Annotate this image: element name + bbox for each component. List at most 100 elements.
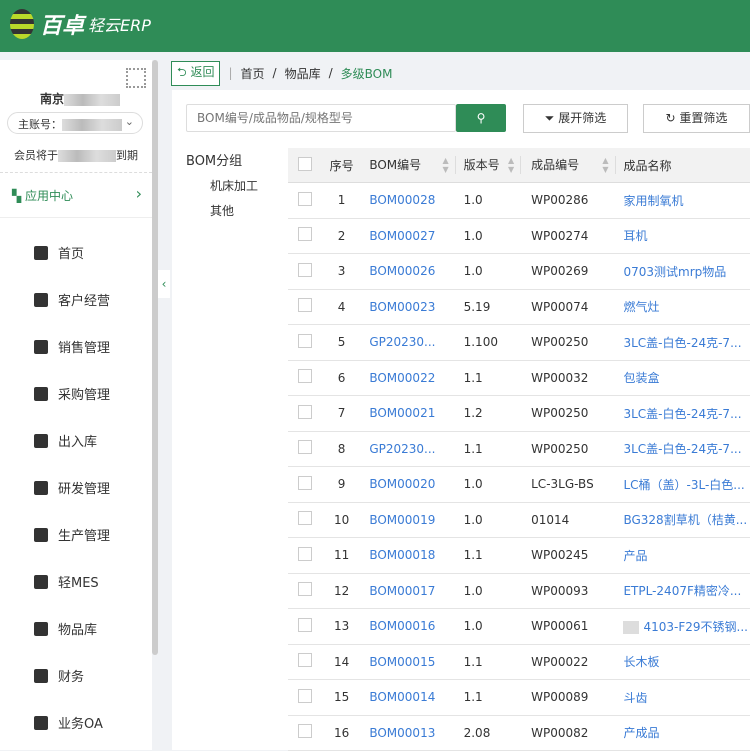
sidebar-item[interactable]: 物品库 bbox=[34, 619, 97, 638]
sidebar-item[interactable]: 轻MES bbox=[34, 572, 99, 591]
product-name-link[interactable]: 产成品 bbox=[615, 724, 750, 741]
sidebar-item[interactable]: 出入库 bbox=[34, 431, 97, 450]
bom-link[interactable]: BOM00014 bbox=[359, 690, 455, 704]
table-row[interactable]: 11 BOM00018 1.1 WP00245 产品 bbox=[288, 538, 750, 574]
cell-index: 4 bbox=[324, 300, 359, 314]
search-input[interactable] bbox=[186, 104, 456, 132]
bom-link[interactable]: BOM00022 bbox=[359, 371, 455, 385]
col-version[interactable]: 版本号▲▼ bbox=[456, 156, 522, 174]
row-checkbox[interactable] bbox=[298, 369, 312, 383]
product-name-link[interactable]: 家用制氧机 bbox=[615, 192, 750, 209]
product-name-link[interactable]: ETPL-2407F精密冷... bbox=[615, 582, 750, 599]
table-row[interactable]: 12 BOM00017 1.0 WP00093 ETPL-2407F精密冷... bbox=[288, 574, 750, 610]
app-center-button[interactable]: ▚ 应用中心› bbox=[0, 172, 152, 218]
table-row[interactable]: 2 BOM00027 1.0 WP00274 耳机 bbox=[288, 219, 750, 255]
tree-item[interactable]: 其他 bbox=[210, 202, 258, 219]
bom-link[interactable]: BOM00026 bbox=[359, 264, 455, 278]
row-checkbox[interactable] bbox=[298, 298, 312, 312]
col-product-no[interactable]: 成品编号▲▼ bbox=[521, 156, 615, 174]
table-row[interactable]: 14 BOM00015 1.1 WP00022 长木板 bbox=[288, 645, 750, 681]
table-row[interactable]: 10 BOM00019 1.0 01014 BG328割草机（桔黄... bbox=[288, 503, 750, 539]
tree-item[interactable]: 机床加工 bbox=[210, 177, 258, 194]
product-name-link[interactable]: 燃气灶 bbox=[615, 298, 750, 315]
row-checkbox[interactable] bbox=[298, 227, 312, 241]
bom-link[interactable]: BOM00020 bbox=[359, 477, 455, 491]
sidebar-item[interactable]: 财务 bbox=[34, 666, 84, 685]
table-row[interactable]: 15 BOM00014 1.1 WP00089 斗齿 bbox=[288, 680, 750, 716]
row-checkbox[interactable] bbox=[298, 582, 312, 596]
row-checkbox[interactable] bbox=[298, 618, 312, 632]
sidebar-item[interactable]: 采购管理 bbox=[34, 384, 110, 403]
sidebar-item[interactable]: 研发管理 bbox=[34, 478, 110, 497]
sidebar-scrollbar[interactable] bbox=[152, 60, 158, 655]
crumb-items[interactable]: 物品库 bbox=[285, 65, 321, 82]
logo[interactable]: 百卓 轻云ERP bbox=[10, 8, 151, 40]
row-checkbox[interactable] bbox=[298, 653, 312, 667]
back-button[interactable]: ⮌ 返回 bbox=[171, 61, 220, 86]
product-name-link[interactable]: 3LC盖-白色-24克-7... bbox=[615, 440, 750, 457]
product-name-link[interactable]: 长木板 bbox=[615, 653, 750, 670]
table-row[interactable]: 5 GP20230... 1.100 WP00250 3LC盖-白色-24克-7… bbox=[288, 325, 750, 361]
reset-filter-button[interactable]: ↻ 重置筛选 bbox=[643, 104, 750, 133]
product-name-link[interactable]: 0703测试mrp物品 bbox=[615, 263, 750, 280]
product-name-link[interactable]: 3LC盖-白色-24克-7... bbox=[615, 405, 750, 422]
bom-link[interactable]: BOM00023 bbox=[359, 300, 455, 314]
row-checkbox[interactable] bbox=[298, 724, 312, 738]
product-name-link[interactable]: LC桶（盖）-3L-白色... bbox=[615, 476, 750, 493]
table-row[interactable]: 4 BOM00023 5.19 WP00074 燃气灶 bbox=[288, 290, 750, 326]
product-name-link[interactable]: 产品 bbox=[615, 547, 750, 564]
table-row[interactable]: 7 BOM00021 1.2 WP00250 3LC盖-白色-24克-7... bbox=[288, 396, 750, 432]
table-row[interactable]: 1 BOM00028 1.0 WP00286 家用制氧机 bbox=[288, 183, 750, 219]
bom-link[interactable]: BOM00021 bbox=[359, 406, 455, 420]
row-checkbox[interactable] bbox=[298, 547, 312, 561]
col-bom-no[interactable]: BOM编号▲▼ bbox=[359, 156, 455, 174]
sidebar-item[interactable]: 业务OA bbox=[34, 713, 103, 732]
bom-link[interactable]: BOM00028 bbox=[359, 193, 455, 207]
table-row[interactable]: 16 BOM00013 2.08 WP00082 产成品 bbox=[288, 716, 750, 751]
table-row[interactable]: 9 BOM00020 1.0 LC-3LG-BS LC桶（盖）-3L-白色... bbox=[288, 467, 750, 503]
sidebar-item[interactable]: 客户经营 bbox=[34, 290, 110, 309]
product-name-link[interactable]: BG328割草机（桔黄... bbox=[615, 511, 750, 528]
row-checkbox[interactable] bbox=[298, 511, 312, 525]
bom-link[interactable]: GP20230... bbox=[359, 335, 455, 349]
table-row[interactable]: 8 GP20230... 1.1 WP00250 3LC盖-白色-24克-7..… bbox=[288, 432, 750, 468]
product-name-link[interactable]: 耳机 bbox=[615, 227, 750, 244]
product-name-link[interactable]: 3LC盖-白色-24克-7... bbox=[615, 334, 750, 351]
table-row[interactable]: 13 BOM00016 1.0 WP00061 4103-F29不锈钢... bbox=[288, 609, 750, 645]
sort-icon[interactable]: ▲▼ bbox=[442, 156, 448, 174]
bom-link[interactable]: BOM00013 bbox=[359, 726, 455, 740]
row-checkbox[interactable] bbox=[298, 405, 312, 419]
search-button[interactable]: ⚲ bbox=[456, 104, 506, 132]
product-name-link[interactable]: 斗齿 bbox=[615, 689, 750, 706]
bom-link[interactable]: BOM00015 bbox=[359, 655, 455, 669]
sort-icon[interactable]: ▲▼ bbox=[602, 156, 608, 174]
bom-link[interactable]: BOM00019 bbox=[359, 513, 455, 527]
cell-index: 15 bbox=[324, 690, 359, 704]
row-checkbox[interactable] bbox=[298, 334, 312, 348]
bom-link[interactable]: BOM00027 bbox=[359, 229, 455, 243]
table-row[interactable]: 6 BOM00022 1.1 WP00032 包装盒 bbox=[288, 361, 750, 397]
qr-code-icon[interactable] bbox=[126, 68, 146, 88]
sidebar-item[interactable]: 销售管理 bbox=[34, 337, 110, 356]
bom-link[interactable]: BOM00017 bbox=[359, 584, 455, 598]
sidebar-item[interactable]: 首页 bbox=[34, 243, 84, 262]
collapse-sidebar-button[interactable]: ‹ bbox=[158, 270, 170, 298]
sidebar-item[interactable]: 生产管理 bbox=[34, 525, 110, 544]
account-select[interactable]: 主账号：⌄ bbox=[7, 112, 143, 134]
row-checkbox[interactable] bbox=[298, 440, 312, 454]
bom-link[interactable]: BOM00018 bbox=[359, 548, 455, 562]
row-checkbox[interactable] bbox=[298, 192, 312, 206]
expand-filter-button[interactable]: ⏷ 展开筛选 bbox=[523, 104, 628, 133]
product-name-link[interactable]: 包装盒 bbox=[615, 369, 750, 386]
select-all-checkbox[interactable] bbox=[298, 157, 312, 171]
row-checkbox[interactable] bbox=[298, 476, 312, 490]
bom-link[interactable]: BOM00016 bbox=[359, 619, 455, 633]
crumb-home[interactable]: 首页 bbox=[241, 65, 265, 82]
row-checkbox[interactable] bbox=[298, 689, 312, 703]
sort-icon[interactable]: ▲▼ bbox=[508, 156, 514, 174]
row-checkbox[interactable] bbox=[298, 263, 312, 277]
table-row[interactable]: 3 BOM00026 1.0 WP00269 0703测试mrp物品 bbox=[288, 254, 750, 290]
tree-title[interactable]: BOM分组 bbox=[186, 154, 242, 169]
bom-link[interactable]: GP20230... bbox=[359, 442, 455, 456]
product-name-link[interactable]: 4103-F29不锈钢... bbox=[615, 618, 750, 635]
